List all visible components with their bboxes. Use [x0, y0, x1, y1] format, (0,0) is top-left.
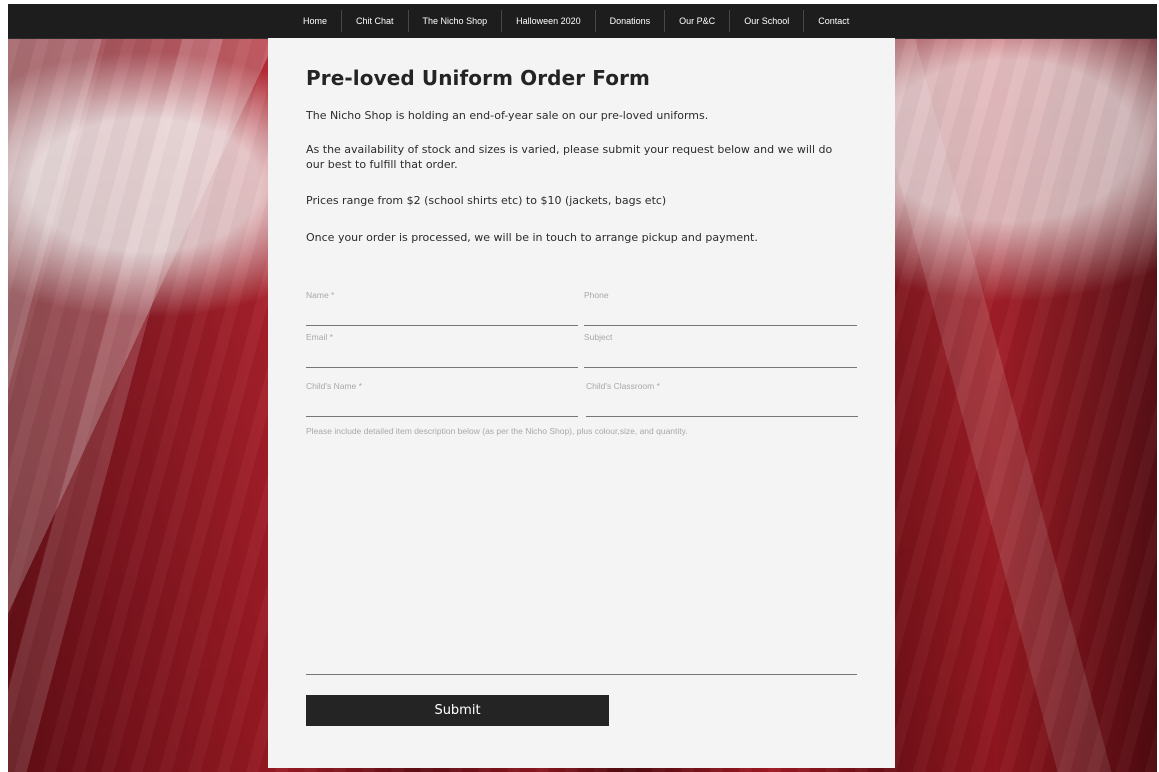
intro-paragraph-1: The Nicho Shop is holding an end-of-year… — [306, 109, 709, 122]
child-name-field-group: Child's Name * — [306, 381, 578, 421]
nav-pandc-link[interactable]: Our P&C — [665, 10, 731, 32]
nav-halloween-link[interactable]: Halloween 2020 — [502, 10, 596, 32]
name-field-group: Name * — [306, 290, 578, 330]
nav-donations-link[interactable]: Donations — [596, 10, 666, 32]
phone-field-group: Phone — [584, 290, 857, 330]
child-classroom-field-group: Child's Classroom * — [586, 381, 858, 421]
top-navigation: Home Chit Chat The Nicho Shop Halloween … — [8, 4, 1157, 39]
subject-field-group: Subject — [584, 332, 857, 372]
nav-chit-chat-link[interactable]: Chit Chat — [342, 10, 409, 32]
phone-label: Phone — [584, 290, 609, 300]
phone-input[interactable] — [584, 306, 857, 326]
email-input[interactable] — [306, 348, 578, 368]
intro-paragraph-2: As the availability of stock and sizes i… — [306, 143, 833, 171]
nav-nicho-shop-link[interactable]: The Nicho Shop — [409, 10, 503, 32]
email-field-group: Email * — [306, 332, 578, 372]
name-label: Name * — [306, 290, 335, 300]
child-name-input[interactable] — [306, 397, 578, 417]
nav-our-school-link[interactable]: Our School — [730, 10, 805, 32]
page-title: Pre-loved Uniform Order Form — [306, 66, 650, 90]
email-label: Email * — [306, 332, 333, 342]
child-name-label: Child's Name * — [306, 381, 362, 391]
intro-paragraph-4: Once your order is processed, we will be… — [306, 231, 758, 244]
intro-paragraph-3: Prices range from $2 (school shirts etc)… — [306, 194, 667, 207]
page-frame: Home Chit Chat The Nicho Shop Halloween … — [8, 4, 1157, 772]
child-classroom-label: Child's Classroom * — [586, 381, 660, 391]
submit-button[interactable]: Submit — [306, 695, 609, 726]
main-menu: Home Chit Chat The Nicho Shop Halloween … — [289, 4, 863, 38]
nav-contact-link[interactable]: Contact — [804, 10, 863, 32]
order-form-panel: Pre-loved Uniform Order Form The Nicho S… — [268, 38, 895, 768]
subject-input[interactable] — [584, 348, 857, 368]
child-classroom-input[interactable] — [586, 397, 858, 417]
message-label: Please include detailed item description… — [306, 426, 688, 436]
nav-home-link[interactable]: Home — [289, 10, 343, 32]
message-field-group: Please include detailed item description… — [306, 426, 857, 676]
message-textarea[interactable] — [306, 444, 857, 675]
subject-label: Subject — [584, 332, 613, 342]
name-input[interactable] — [306, 306, 578, 326]
